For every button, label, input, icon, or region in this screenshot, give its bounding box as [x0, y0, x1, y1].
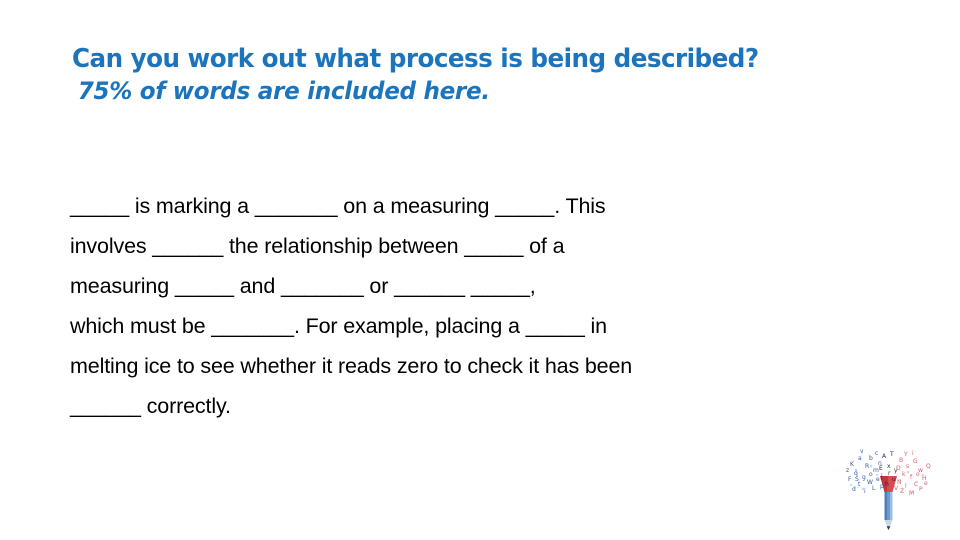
- svg-text:S: S: [855, 476, 859, 483]
- page-subtitle: 75% of words are included here.: [77, 77, 490, 105]
- cloze-line: melting ice to see whether it reads zero…: [70, 354, 633, 378]
- svg-text:i: i: [864, 488, 866, 495]
- svg-text:Y: Y: [903, 451, 908, 458]
- svg-text:o: o: [916, 471, 920, 478]
- svg-text:D: D: [896, 465, 901, 472]
- svg-text:o: o: [869, 471, 873, 478]
- svg-text:e: e: [876, 476, 880, 483]
- cloze-line: involves ______ the relationship between…: [70, 234, 565, 258]
- svg-text:F: F: [848, 476, 852, 483]
- svg-text:d: d: [852, 486, 856, 493]
- svg-text:B: B: [899, 457, 903, 464]
- svg-text:z: z: [846, 467, 849, 474]
- svg-text:s: s: [906, 463, 909, 470]
- svg-text:M: M: [909, 490, 914, 497]
- svg-text:p: p: [880, 483, 884, 490]
- svg-text:a: a: [858, 455, 862, 462]
- svg-text:Z: Z: [900, 488, 904, 495]
- cloze-line: which must be _______. For example, plac…: [70, 314, 607, 338]
- cloze-line: measuring _____ and _______ or ______ __…: [70, 274, 536, 298]
- cloze-line: _____ is marking a _______ on a measurin…: [70, 194, 606, 218]
- svg-text:c: c: [875, 450, 878, 457]
- svg-text:v: v: [860, 448, 864, 455]
- svg-text:h: h: [885, 481, 889, 488]
- svg-text:l: l: [905, 483, 907, 490]
- svg-text:G: G: [913, 458, 918, 465]
- svg-text:x: x: [887, 463, 891, 470]
- cloze-paragraph: _____ is marking a _______ on a measurin…: [70, 186, 870, 426]
- pencil-with-letters-logo: KaR qgF bmt Wed iLz ncv poS Axj Thu Eyr …: [842, 448, 934, 536]
- letters-burst-right: BsG k fw Nl C HZ M DPQ YiV eo: [894, 450, 931, 497]
- svg-text:k: k: [902, 471, 906, 478]
- svg-text:E: E: [879, 465, 883, 472]
- cloze-line: ______ correctly.: [70, 394, 231, 418]
- svg-text:b: b: [869, 455, 873, 462]
- svg-text:K: K: [850, 461, 855, 468]
- svg-text:e: e: [924, 480, 928, 487]
- page-title: Can you work out what process is being d…: [72, 44, 759, 74]
- svg-text:T: T: [889, 451, 894, 458]
- heading-block: Can you work out what process is being d…: [72, 44, 872, 106]
- svg-text:A: A: [882, 453, 887, 460]
- svg-text:g: g: [862, 474, 866, 481]
- svg-text:L: L: [872, 485, 876, 492]
- svg-text:u: u: [892, 476, 896, 483]
- svg-text:r: r: [888, 470, 891, 477]
- svg-text:i: i: [912, 450, 914, 457]
- svg-text:V: V: [894, 485, 899, 492]
- slide-canvas: Can you work out what process is being d…: [0, 0, 960, 540]
- svg-text:j: j: [880, 473, 883, 480]
- svg-text:f: f: [910, 474, 913, 481]
- svg-text:P: P: [919, 486, 923, 493]
- svg-text:R: R: [865, 463, 869, 470]
- svg-text:Q: Q: [926, 463, 931, 470]
